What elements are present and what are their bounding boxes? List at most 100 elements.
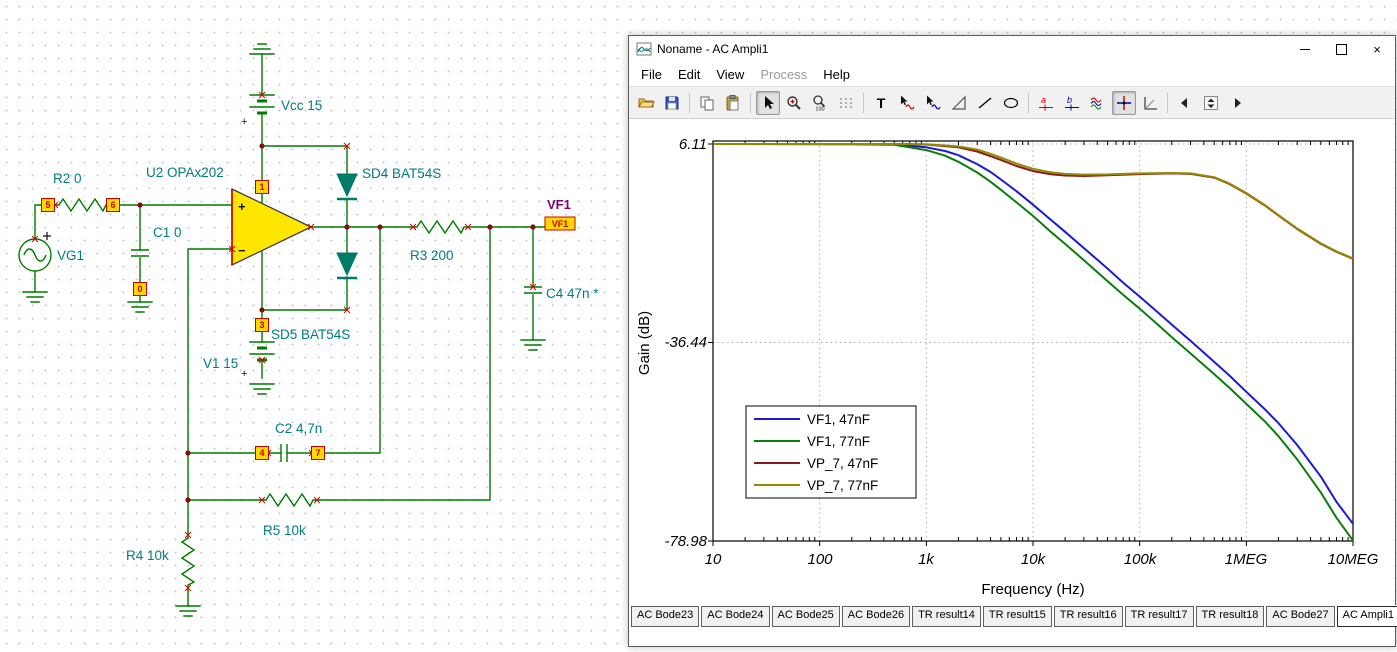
schematic-editor-canvas[interactable]: + + + − 5 6 0 1 3 4 7 VF1 VF1 R2 0 VG1 C…	[0, 0, 628, 647]
capacitor-c4[interactable]	[524, 286, 542, 294]
slope-tool-button[interactable]	[947, 91, 971, 115]
prev-page-button[interactable]	[1173, 91, 1197, 115]
polarity-plus-icon	[43, 232, 51, 240]
marker-a-icon: a	[1039, 95, 1053, 110]
zoom-100-button[interactable]: 100	[808, 91, 832, 115]
tab-ac-bode24[interactable]: AC Bode24	[701, 606, 770, 627]
select-cursor-button[interactable]	[756, 90, 780, 115]
pin-tag-6[interactable]: 6	[106, 198, 120, 212]
ellipse-tool-button[interactable]	[999, 91, 1023, 115]
toolbar-separator	[1167, 92, 1168, 113]
maximize-button[interactable]	[1323, 36, 1359, 62]
menu-view[interactable]: View	[708, 64, 752, 85]
marker-b-button[interactable]: b	[1060, 91, 1084, 115]
toolbar-separator	[689, 92, 690, 113]
legend-label-0: VF1, 47nF	[807, 412, 870, 427]
opamp-u2[interactable]: + −	[231, 187, 313, 267]
arrow-right-icon	[1235, 97, 1241, 108]
tab-ac-bode23[interactable]: AC Bode23	[631, 606, 700, 627]
x-tick-label-3: 10k	[1021, 551, 1047, 568]
resistor-r2[interactable]	[55, 197, 110, 213]
battery-v1[interactable]: +	[241, 341, 275, 380]
tab-ac-ampli1[interactable]: AC Ampli1	[1336, 606, 1397, 627]
pin-tag-4[interactable]: 4	[255, 446, 269, 460]
cursor-b-icon	[927, 95, 941, 110]
x-tick-label-5: 1MEG	[1225, 551, 1268, 568]
battery-plus-sign: +	[241, 116, 247, 128]
close-button[interactable]: ×	[1359, 36, 1395, 62]
x-tick-label-0: 10	[705, 551, 722, 568]
titlebar[interactable]: Noname - AC Ampli1 ×	[629, 36, 1395, 62]
window-controls: ×	[1287, 36, 1395, 62]
menu-file[interactable]: File	[633, 64, 670, 85]
capacitor-c1[interactable]	[131, 249, 149, 257]
tab-tr-result17[interactable]: TR result17	[1124, 606, 1194, 627]
svg-text:T: T	[877, 95, 886, 111]
tab-ac-bode26[interactable]: AC Bode26	[841, 606, 911, 627]
svg-text:5: 5	[45, 200, 50, 210]
cursor-a-button[interactable]	[895, 91, 919, 115]
tab-tr-result14[interactable]: TR result14	[912, 606, 981, 627]
pin-tag-1[interactable]: 1	[255, 180, 269, 194]
marker-b-icon: b	[1065, 95, 1079, 110]
svg-text:6: 6	[110, 200, 115, 210]
paste-button[interactable]	[721, 91, 745, 115]
open-file-button[interactable]	[634, 91, 658, 115]
label-v1: V1 15	[203, 356, 238, 371]
angle-tool-button[interactable]	[1138, 91, 1162, 115]
label-vcc: Vcc 15	[281, 98, 322, 113]
tab-ac-bode27[interactable]: AC Bode27	[1266, 606, 1335, 627]
text-tool-button[interactable]: T	[869, 91, 893, 115]
legend-label-1: VF1, 77nF	[807, 434, 870, 449]
menu-help[interactable]: Help	[815, 64, 858, 85]
tab-ac-bode25[interactable]: AC Bode25	[771, 606, 840, 627]
svg-text:100: 100	[815, 106, 824, 112]
pin-tag-7[interactable]: 7	[311, 446, 325, 460]
label-c4: C4 47n *	[546, 286, 599, 301]
waveforms-button[interactable]	[1086, 91, 1110, 115]
menu-edit[interactable]: Edit	[670, 64, 708, 85]
page-spinner[interactable]	[1199, 91, 1223, 115]
text-tool-icon: T	[877, 95, 886, 111]
tab-tr-result15[interactable]: TR result15	[982, 606, 1052, 627]
junction-dots	[137, 143, 536, 503]
cursor-b-button[interactable]	[921, 91, 945, 115]
svg-text:0: 0	[137, 284, 142, 294]
label-sd4: SD4 BAT54S	[362, 166, 441, 181]
menu-process[interactable]: Process	[752, 64, 815, 85]
minimize-button[interactable]	[1287, 36, 1323, 62]
line-tool-button[interactable]	[973, 91, 997, 115]
x-tick-label-6: 10MEG	[1328, 551, 1379, 568]
menu-bar: File Edit View Process Help	[629, 62, 1395, 86]
battery-vcc[interactable]: +	[241, 94, 275, 128]
tab-tr-result18[interactable]: TR result18	[1195, 606, 1265, 627]
pin-tag-5[interactable]: 5	[41, 198, 55, 212]
diode-sd5[interactable]	[336, 252, 358, 280]
pin-tag-0[interactable]: 0	[133, 282, 147, 296]
resistor-r5[interactable]	[262, 492, 317, 508]
tab-tr-result16[interactable]: TR result16	[1053, 606, 1123, 627]
x-tick-label-1: 100	[807, 551, 833, 568]
noninverting-input-sign: +	[238, 199, 246, 214]
next-page-button[interactable]	[1225, 91, 1249, 115]
y-tick-label-2: -78.98	[664, 533, 707, 550]
copy-button[interactable]	[695, 91, 719, 115]
window-icon	[636, 41, 652, 57]
svg-text:VF1: VF1	[552, 219, 569, 229]
grid-toggle-button[interactable]	[834, 91, 858, 115]
resistor-r4[interactable]	[180, 535, 196, 588]
capacitor-c2[interactable]	[280, 444, 288, 462]
resistor-r3[interactable]	[413, 219, 468, 235]
spinner-icon	[1204, 95, 1218, 110]
label-r3: R3 200	[410, 248, 454, 263]
diode-sd4[interactable]	[336, 173, 358, 201]
zoom-in-button[interactable]	[782, 91, 806, 115]
pin-tag-3[interactable]: 3	[255, 318, 269, 332]
marker-a-button[interactable]: a	[1034, 91, 1058, 115]
label-r4: R4 10k	[126, 548, 169, 563]
y-tick-label-0: 6.11	[679, 136, 707, 153]
crosshair-cursor-button[interactable]	[1112, 90, 1136, 115]
net-tag-vf1[interactable]: VF1	[544, 216, 576, 231]
save-button[interactable]	[660, 91, 684, 115]
legend[interactable]: VF1, 47nF VF1, 77nF VP_7, 47nF VP_7, 77n…	[745, 405, 917, 499]
